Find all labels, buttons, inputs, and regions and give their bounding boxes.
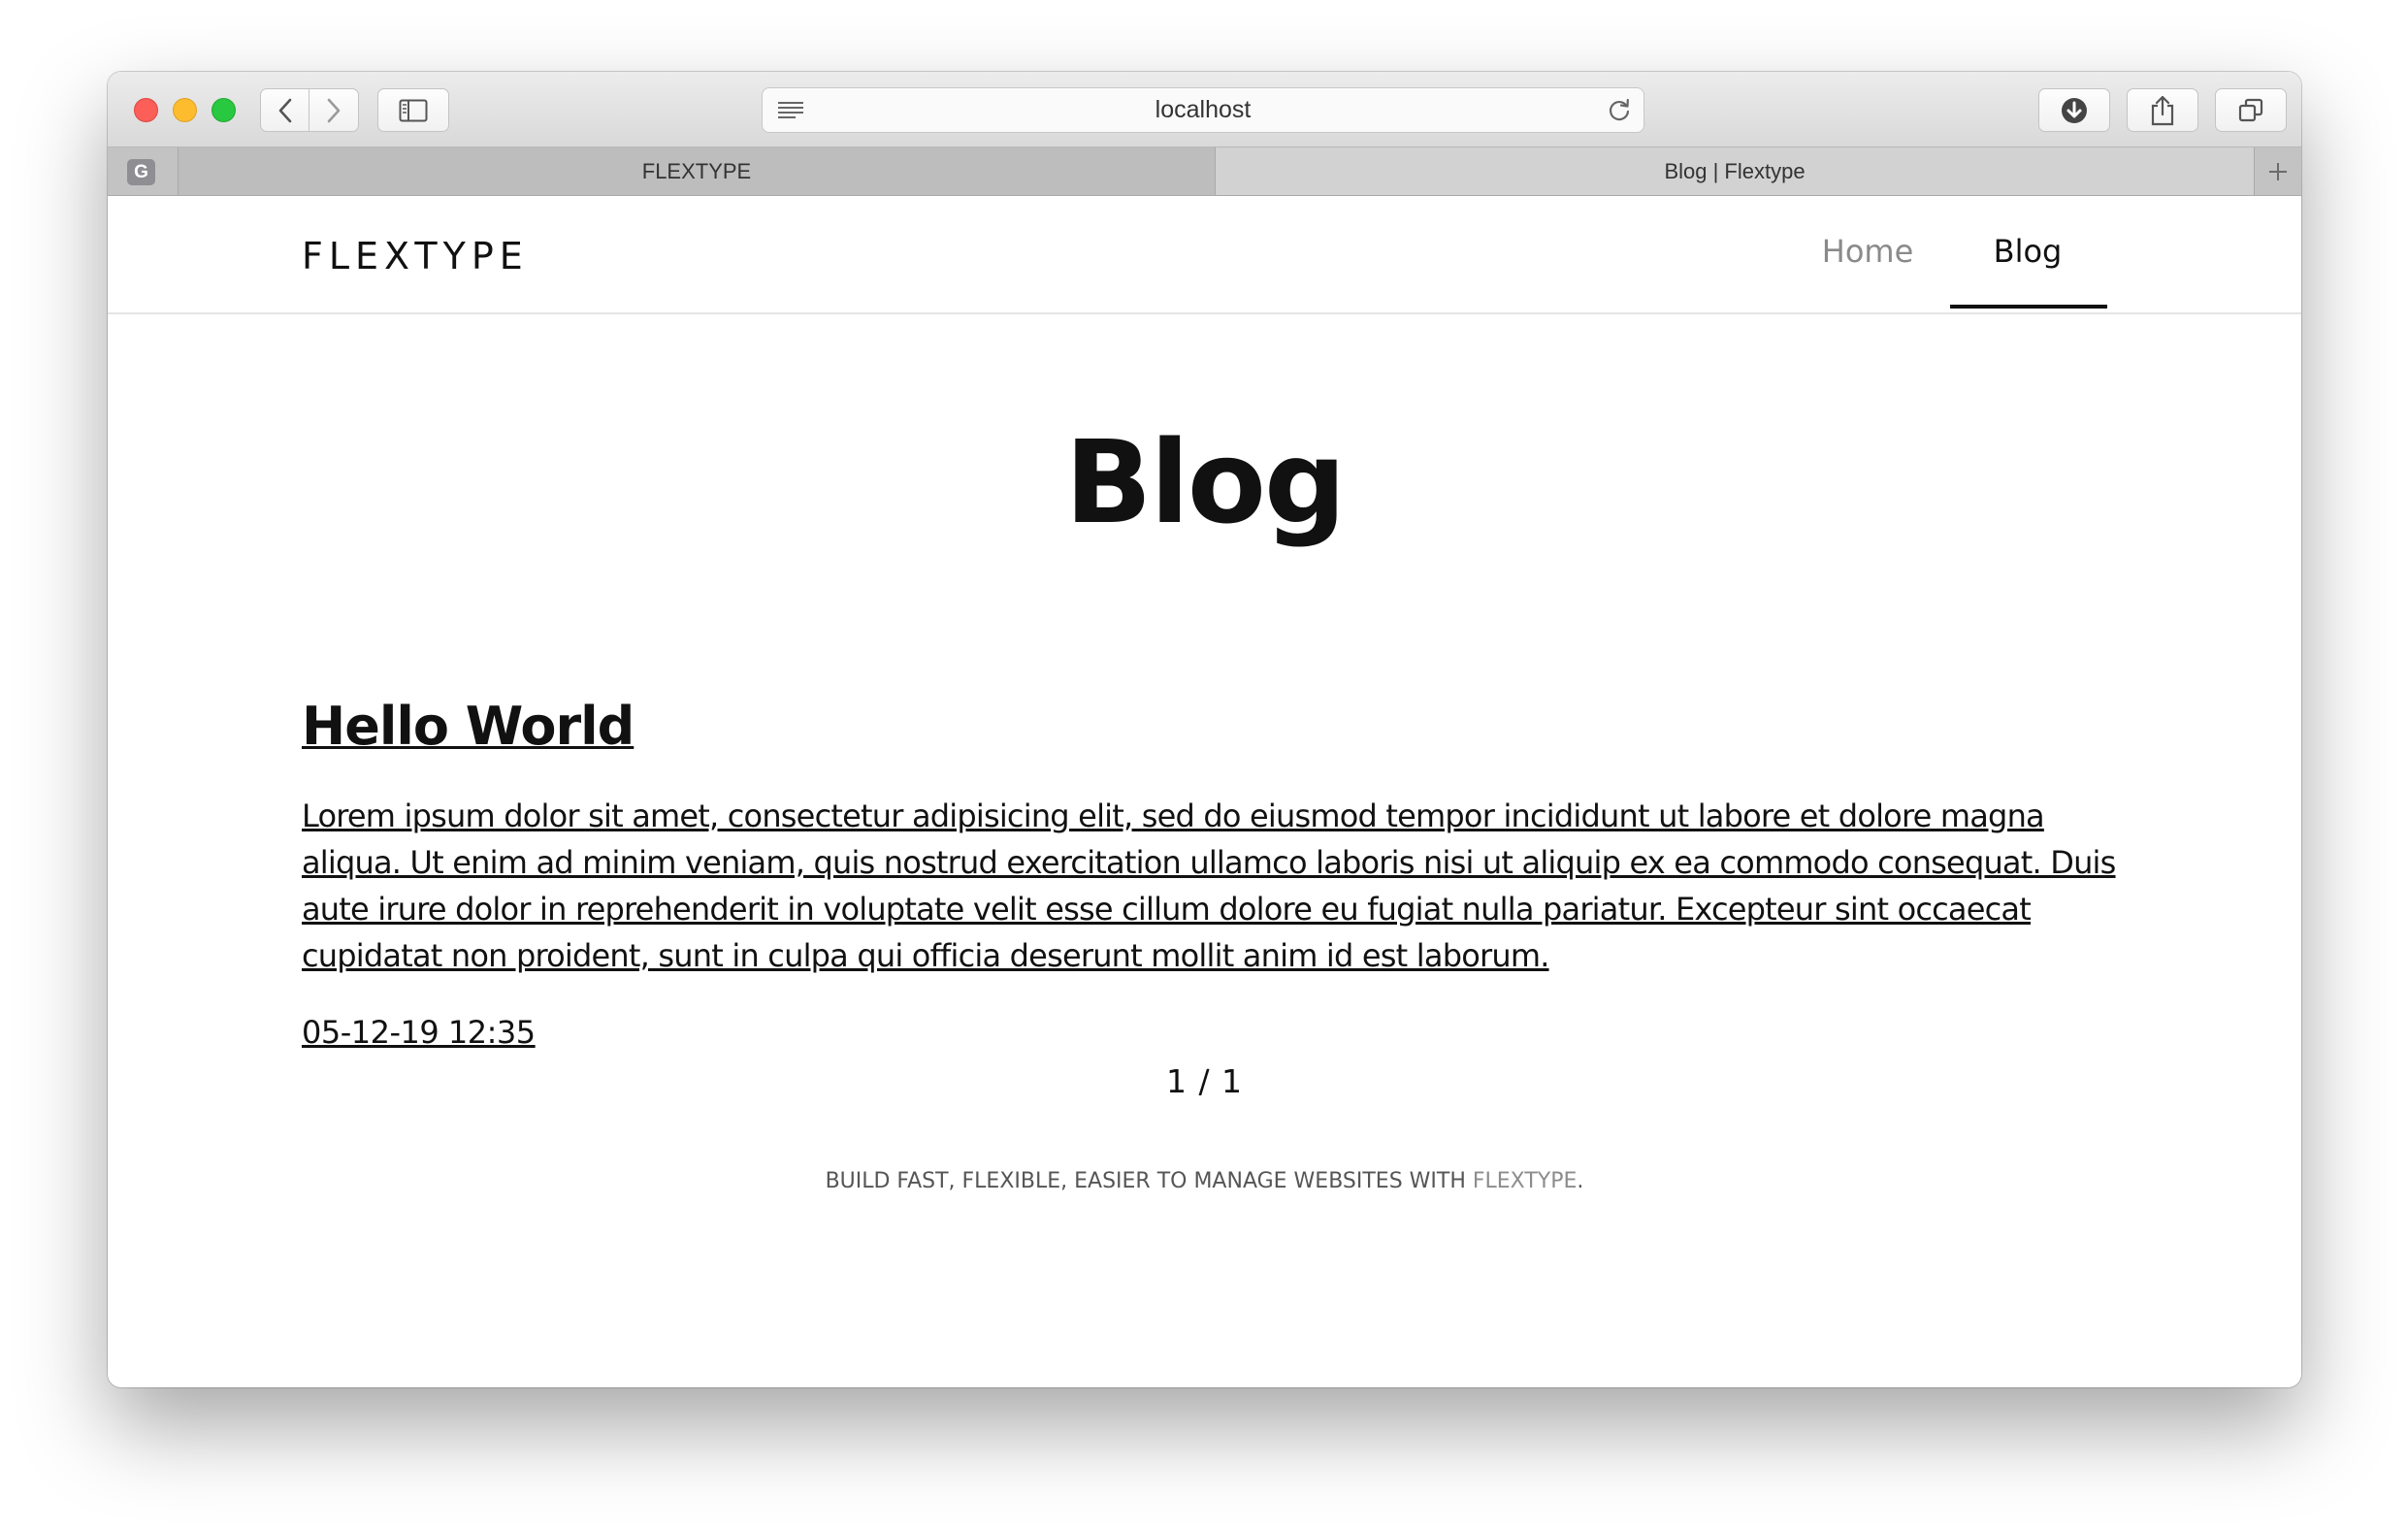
- footer-text: BUILD FAST, FLEXIBLE, EASIER TO MANAGE W…: [825, 1169, 1473, 1193]
- plus-icon: [2269, 162, 2287, 180]
- tab-blog[interactable]: Blog | Flextype: [1216, 147, 2254, 195]
- footer-flextype-link[interactable]: FLEXTYPE: [1473, 1169, 1578, 1193]
- pinned-tab-favicon[interactable]: G: [127, 159, 155, 185]
- web-page: FLEXTYPE Home Blog Blog Hello World Lore…: [108, 196, 2301, 1387]
- site-header: FLEXTYPE Home Blog: [108, 196, 2301, 314]
- tab-bar: G FLEXTYPE Blog | Flextype: [108, 147, 2301, 196]
- browser-window: localhost G FLEXTYPE Blog | Flextype FLE…: [108, 72, 2301, 1387]
- nav-link-blog[interactable]: Blog: [1949, 233, 2106, 270]
- chevron-right-icon: [327, 98, 341, 122]
- page-title: Blog: [1064, 415, 1347, 549]
- close-window-button[interactable]: [134, 98, 158, 122]
- share-button[interactable]: [2127, 88, 2198, 132]
- share-icon: [2151, 95, 2174, 125]
- minimize-window-button[interactable]: [173, 98, 197, 122]
- tabs-overview-icon: [2238, 98, 2263, 121]
- site-logo[interactable]: FLEXTYPE: [302, 235, 529, 277]
- sidebar-toggle-button[interactable]: [377, 88, 449, 132]
- post-date-link[interactable]: 05-12-19 12:35: [302, 1014, 536, 1051]
- back-button[interactable]: [260, 88, 309, 132]
- post-excerpt-link[interactable]: Lorem ipsum dolor sit amet, consectetur …: [302, 793, 2116, 979]
- downloads-button[interactable]: [2038, 88, 2110, 132]
- url-text[interactable]: localhost: [763, 88, 1643, 132]
- sidebar-icon: [399, 99, 428, 121]
- active-nav-indicator: [1950, 305, 2107, 309]
- download-icon: [2062, 97, 2087, 123]
- show-all-tabs-button[interactable]: [2215, 88, 2287, 132]
- address-bar[interactable]: localhost: [762, 87, 1644, 133]
- new-tab-button[interactable]: [2254, 147, 2301, 195]
- tab-flextype[interactable]: FLEXTYPE: [178, 147, 1216, 195]
- forward-button[interactable]: [309, 88, 359, 132]
- nav-link-home[interactable]: Home: [1817, 233, 1918, 270]
- pagination: 1 / 1: [1165, 1062, 1244, 1100]
- post-title-link[interactable]: Hello World: [302, 696, 635, 757]
- browser-toolbar: localhost: [108, 72, 2301, 147]
- chevron-left-icon: [278, 98, 291, 122]
- reload-icon[interactable]: [1607, 98, 1632, 123]
- footer-suffix: .: [1577, 1169, 1584, 1193]
- site-footer: BUILD FAST, FLEXIBLE, EASIER TO MANAGE W…: [108, 1169, 2301, 1193]
- zoom-window-button[interactable]: [212, 98, 236, 122]
